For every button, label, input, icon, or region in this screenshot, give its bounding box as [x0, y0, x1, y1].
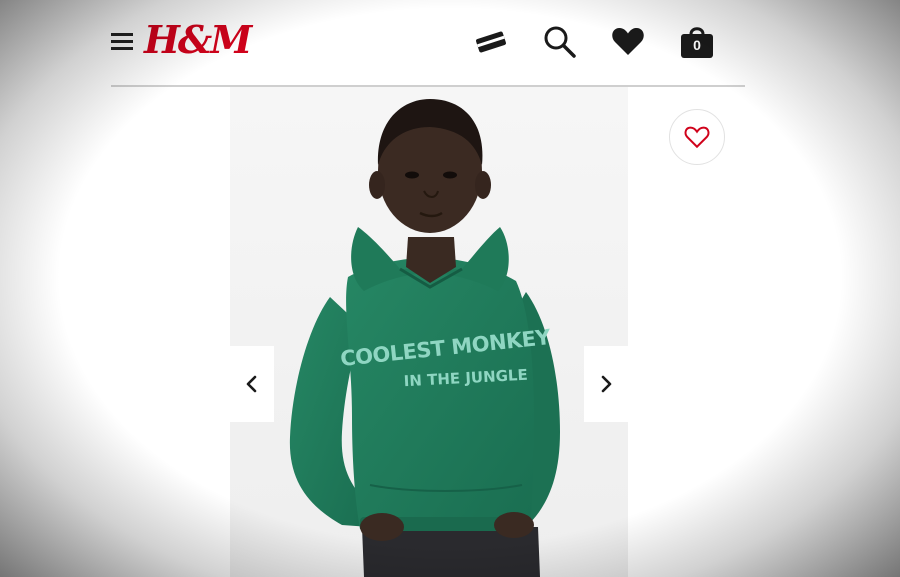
- chevron-left-icon: [246, 375, 257, 393]
- add-to-favourites-button[interactable]: [669, 109, 725, 165]
- site-header: H&M 0: [0, 0, 900, 86]
- brand-logo[interactable]: H&M: [144, 18, 252, 62]
- shopping-bag-icon[interactable]: 0: [679, 23, 715, 59]
- bag-count-badge: 0: [693, 37, 701, 53]
- product-gallery: COOLEST MONKEY IN THE JUNGLE: [230, 87, 628, 577]
- heart-outline-icon: [684, 126, 710, 149]
- gallery-prev-button[interactable]: [230, 346, 274, 422]
- product-photo: COOLEST MONKEY IN THE JUNGLE: [230, 87, 628, 577]
- payment-card-icon[interactable]: [474, 28, 508, 56]
- search-icon[interactable]: [542, 24, 578, 60]
- gallery-next-button[interactable]: [584, 346, 628, 422]
- menu-icon[interactable]: [111, 33, 133, 51]
- favourites-heart-icon[interactable]: [611, 25, 645, 57]
- chevron-right-icon: [601, 375, 612, 393]
